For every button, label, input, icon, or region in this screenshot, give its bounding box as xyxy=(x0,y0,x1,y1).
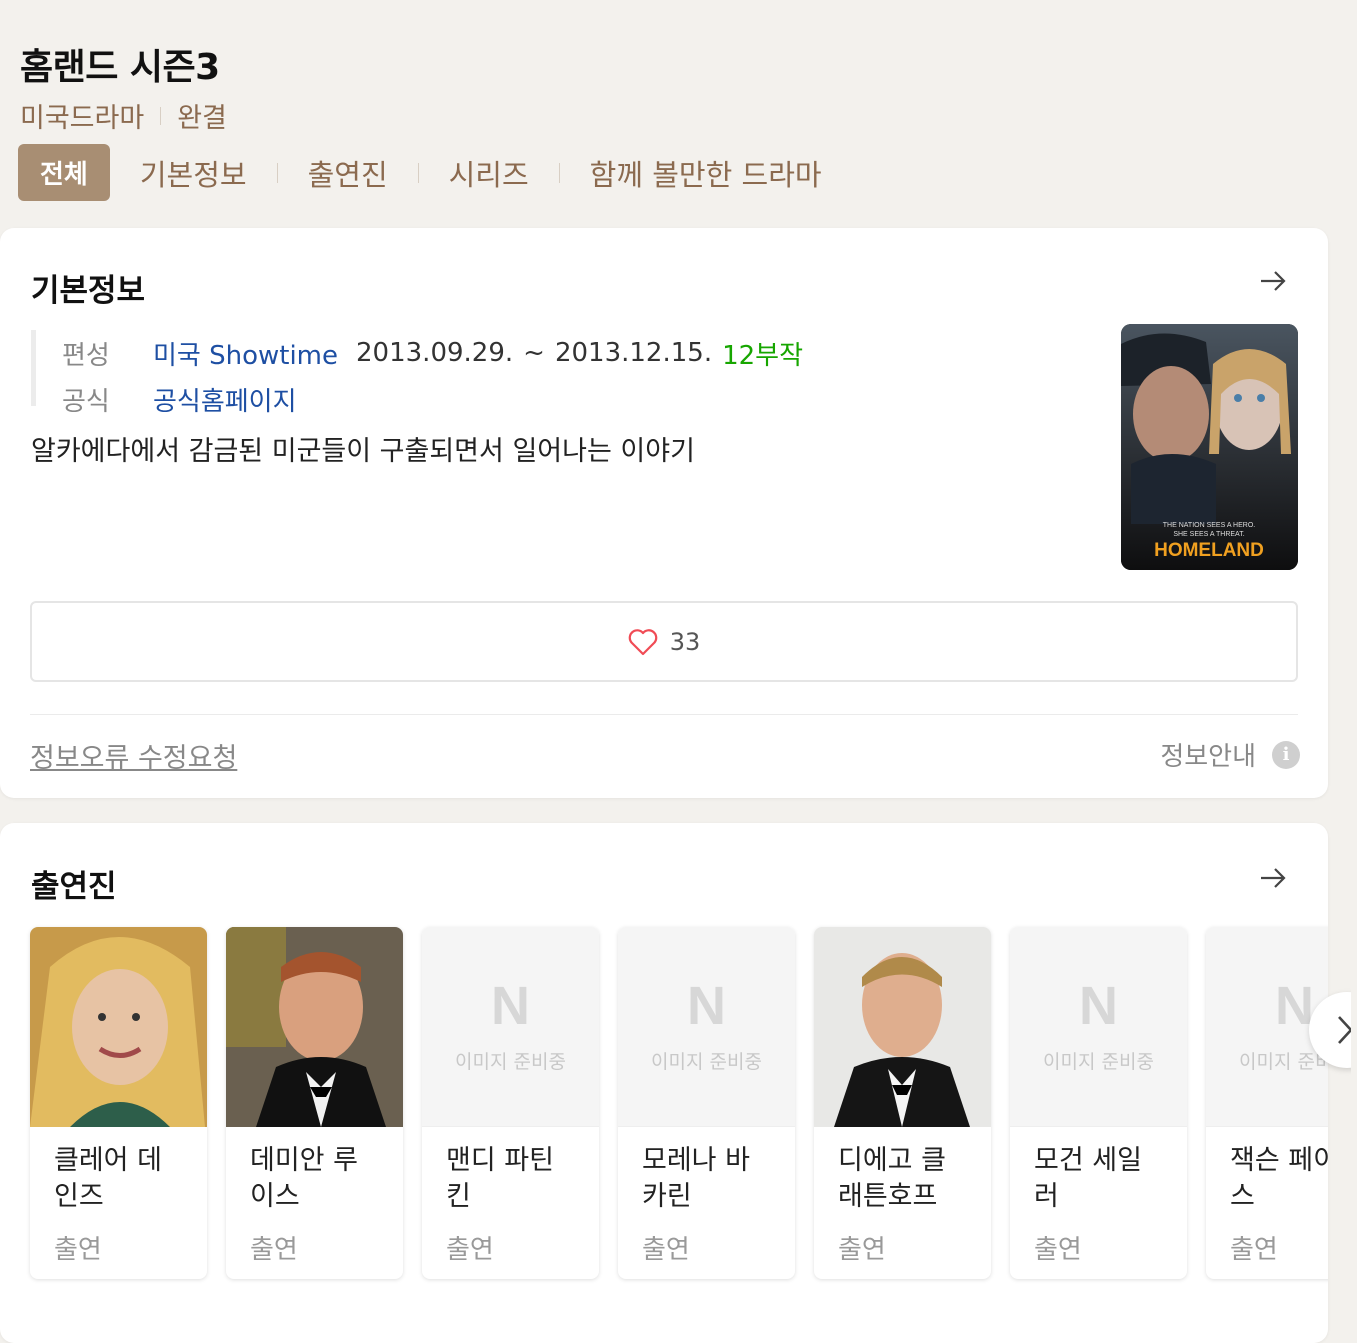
status-label: 완결 xyxy=(177,103,227,134)
cast-item[interactable]: N 이미지 준비중 모레나 바카린 출연 xyxy=(618,927,795,1279)
info-icon: i xyxy=(1272,740,1300,769)
official-homepage-link[interactable]: 공식홈페이지 xyxy=(153,381,297,418)
placeholder-text: 이미지 준비중 xyxy=(651,1051,762,1073)
cast-name: 모건 세일러 xyxy=(1034,1145,1142,1212)
info-guide-button[interactable]: 정보안내 i xyxy=(1160,736,1300,773)
cast-photo xyxy=(30,927,207,1127)
cast-role: 출연 xyxy=(250,1235,298,1265)
poster-logo: HOMELAND xyxy=(1154,540,1264,561)
page-title: 홈랜드 시즌3 xyxy=(20,47,220,88)
placeholder-text: 이미지 준비중 xyxy=(455,1051,566,1073)
poster-image[interactable]: THE NATION SEES A HERO. SHE SEES A THREA… xyxy=(1121,324,1298,570)
section-title: 출연진 xyxy=(31,869,117,905)
report-error-link[interactable]: 정보오류 수정요청 xyxy=(30,736,237,775)
cast-item[interactable]: 데미안 루이스 출연 xyxy=(226,927,403,1279)
cast-name: 맨디 파틴킨 xyxy=(446,1145,554,1212)
cast-name: 디에고 클래튼호프 xyxy=(838,1145,946,1212)
scrollbar[interactable] xyxy=(1351,0,1357,1321)
image-placeholder: N 이미지 준비중 xyxy=(618,927,795,1127)
tab-all[interactable]: 전체 xyxy=(18,144,110,201)
like-button[interactable]: 33 xyxy=(30,601,1298,682)
tab-series[interactable]: 시리즈 xyxy=(419,152,559,194)
cast-item[interactable]: N 이미지 준비중 잭슨 페이스 출연 xyxy=(1206,927,1328,1279)
divider xyxy=(160,106,162,125)
cast-role: 출연 xyxy=(1034,1235,1082,1265)
cast-list: 클레어 데인즈 출연 데미안 루이스 출연 N 이미지 준비중 맨디 파틴킨 출… xyxy=(30,927,1328,1279)
genre-label[interactable]: 미국드라마 xyxy=(20,96,144,135)
naver-logo-icon: N xyxy=(1079,976,1118,1036)
cast-name: 클레어 데인즈 xyxy=(54,1145,162,1212)
info-list: 편성 미국 Showtime 2013.09.29. ~ 2013.12.15.… xyxy=(31,330,803,417)
cast-item[interactable]: 클레어 데인즈 출연 xyxy=(30,927,207,1279)
cast-role: 출연 xyxy=(1230,1235,1278,1265)
heart-icon xyxy=(628,628,657,655)
info-guide-label: 정보안내 xyxy=(1160,742,1256,772)
cast-item[interactable]: N 이미지 준비중 모건 세일러 출연 xyxy=(1010,927,1187,1279)
section-title: 기본정보 xyxy=(31,273,146,309)
cast-name: 모레나 바카린 xyxy=(642,1145,750,1212)
divider xyxy=(30,714,1298,715)
broadcast-channel-link[interactable]: 미국 Showtime xyxy=(153,335,338,372)
air-date-end: 2013.12.15. xyxy=(554,338,713,368)
cast-role: 출연 xyxy=(54,1235,102,1265)
synopsis: 알카에다에서 감금된 미군들이 구출되면서 일어나는 이야기 xyxy=(31,436,695,467)
tab-related-dramas[interactable]: 함께 볼만한 드라마 xyxy=(560,152,852,194)
cast-role: 출연 xyxy=(446,1235,494,1265)
naver-logo-icon: N xyxy=(491,976,530,1036)
more-arrow-icon[interactable] xyxy=(1258,863,1288,893)
date-separator: ~ xyxy=(523,338,545,368)
cast-photo xyxy=(226,927,403,1127)
broadcast-label: 편성 xyxy=(62,340,110,371)
tab-cast[interactable]: 출연진 xyxy=(278,152,418,194)
like-count: 33 xyxy=(669,627,701,656)
cast-role: 출연 xyxy=(838,1235,886,1265)
poster-tagline-2: SHE SEES A THREAT. xyxy=(1173,531,1244,538)
naver-logo-icon: N xyxy=(687,976,726,1036)
cast-card: 출연진 클레어 데인즈 출연 데미안 루이스 출연 N 이미지 준비중 맨디 파… xyxy=(0,823,1328,1343)
naver-logo-icon: N xyxy=(1275,976,1314,1036)
placeholder-text: 이미지 준비중 xyxy=(1043,1051,1154,1073)
broadcast-row: 편성 미국 Showtime 2013.09.29. ~ 2013.12.15.… xyxy=(62,330,803,376)
basic-info-card: 기본정보 편성 미국 Showtime 2013.09.29. ~ 2013.1… xyxy=(0,228,1328,798)
air-date-start: 2013.09.29. xyxy=(356,338,514,368)
official-row: 공식 공식홈페이지 xyxy=(62,376,803,422)
cast-name: 잭슨 페이스 xyxy=(1230,1145,1328,1212)
cast-role: 출연 xyxy=(642,1235,690,1265)
cast-name: 데미안 루이스 xyxy=(250,1145,358,1212)
poster-tagline-1: THE NATION SEES A HERO. xyxy=(1163,522,1256,529)
tab-basic-info[interactable]: 기본정보 xyxy=(110,152,277,194)
cast-photo xyxy=(814,927,991,1127)
sub-info: 미국드라마 완결 xyxy=(20,96,227,135)
cast-item[interactable]: N 이미지 준비중 맨디 파틴킨 출연 xyxy=(422,927,599,1279)
image-placeholder: N 이미지 준비중 xyxy=(422,927,599,1127)
header: 홈랜드 시즌3 미국드라마 완결 전체 기본정보 출연진 시리즈 함께 볼만한 … xyxy=(0,0,1357,226)
official-label: 공식 xyxy=(62,386,110,417)
tab-bar: 전체 기본정보 출연진 시리즈 함께 볼만한 드라마 xyxy=(18,144,852,201)
image-placeholder: N 이미지 준비중 xyxy=(1010,927,1187,1127)
episode-count: 12부작 xyxy=(722,340,804,371)
cast-item[interactable]: 디에고 클래튼호프 출연 xyxy=(814,927,991,1279)
more-arrow-icon[interactable] xyxy=(1258,266,1288,296)
